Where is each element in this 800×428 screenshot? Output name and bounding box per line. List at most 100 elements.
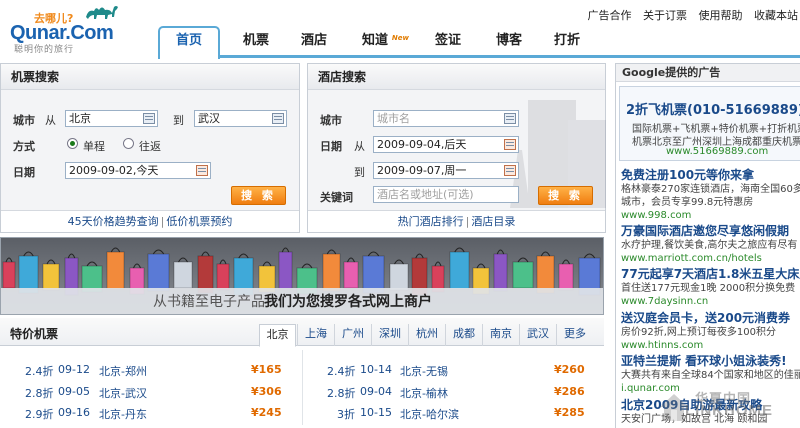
oneway-radio[interactable] <box>67 138 78 149</box>
shopping-bag <box>512 261 534 289</box>
flight-to-label: 到 <box>173 114 184 127</box>
ad-desc: 水疗护理,餐饮美食,高尔夫之旅应有尽有 <box>621 240 798 251</box>
deals-header: 特价机票 北京 上海 广州 深圳 杭州 成都 南京 武汉 更多 <box>0 318 604 347</box>
flight-search-panel: 机票搜索 城市 从 北京 到 武汉 方式 单程 往返 日期 2009-09-02… <box>0 63 300 233</box>
deals-title: 特价机票 <box>10 327 59 341</box>
banner-text-a: 从书籍至电子产品 <box>153 294 265 310</box>
city-tab-hangzhou[interactable]: 杭州 <box>408 324 445 346</box>
flight-search-title: 机票搜索 <box>1 64 299 90</box>
hotel-date-label: 日期 <box>320 140 342 153</box>
calendar-icon[interactable] <box>504 165 516 176</box>
link-help[interactable]: 使用帮助 <box>699 9 743 22</box>
tab-discount[interactable]: 打折 <box>549 28 585 58</box>
link-about-booking[interactable]: 关于订票 <box>643 9 687 22</box>
link-ad-cooperation[interactable]: 广告合作 <box>588 9 632 22</box>
hotel-keyword-input[interactable]: 酒店名或地址(可选) <box>373 186 519 203</box>
flight-date-input[interactable]: 2009-09-02,今天 <box>65 162 211 179</box>
flight-search-footer: 45天价格趋势查询 | 低价机票预约 <box>1 210 299 232</box>
flight-search-button[interactable]: 搜 索 <box>231 186 286 205</box>
qunar-logo[interactable]: 去哪儿? Qunar.Com 聪明你的旅行 <box>10 3 130 55</box>
flight-to-city-input[interactable]: 武汉 <box>194 110 287 127</box>
hotel-checkin-input[interactable]: 2009-09-04,后天 <box>373 136 519 153</box>
tab-zhidao[interactable]: 知道 New <box>357 28 409 58</box>
ad-item[interactable]: 免费注册100元等你来拿 格林豪泰270家连锁酒店，海南全国60多 城市，会员专… <box>621 168 800 222</box>
tab-blog[interactable]: 博客 <box>491 28 527 58</box>
ad-title[interactable]: 免费注册100元等你来拿 <box>621 168 800 183</box>
ad-title[interactable]: 送汉庭会员卡，送200元消费券 <box>621 311 800 326</box>
featured-ad[interactable]: 2折飞机票(010-51669889) 国际机票+飞机票+特价机票+打折机票 机… <box>619 86 800 161</box>
ad-title[interactable]: 亚特兰提斯 看环球小姐泳装秀! <box>621 354 800 369</box>
city-list-icon[interactable] <box>272 113 284 124</box>
deal-row[interactable]: 2.4折 10-14 北京-无锡 ¥260 <box>327 363 587 378</box>
ad-url[interactable]: www.998.com <box>621 209 800 222</box>
top-links: 广告合作 关于订票 使用帮助 收藏本站 <box>580 7 799 23</box>
deal-row[interactable]: 2.8折 09-04 北京-榆林 ¥286 <box>327 385 587 400</box>
camel-icon <box>86 6 118 19</box>
deal-row[interactable]: 2.4折 09-12 北京-郑州 ¥165 <box>25 363 285 378</box>
link-lowfare-reserve[interactable]: 低价机票预约 <box>166 215 232 228</box>
ad-item[interactable]: 万豪国际酒店邀您尽享悠闲假期 水疗护理,餐饮美食,高尔夫之旅应有尽有 www.m… <box>621 224 800 265</box>
deal-row[interactable]: 2.9折 09-16 北京-丹东 ¥245 <box>25 406 285 421</box>
site-watermark: 华夏中国 LINKHOME <box>655 388 800 428</box>
hotel-to-label: 到 <box>354 166 365 179</box>
city-list-icon[interactable] <box>143 113 155 124</box>
deal-row[interactable]: 3折 10-15 北京-哈尔滨 ¥285 <box>327 406 587 421</box>
link-hotel-directory[interactable]: 酒店目录 <box>471 215 515 228</box>
hotel-checkout-value: 2009-09-07,周一 <box>377 164 467 177</box>
ad-url[interactable]: www.51669889.com <box>666 146 768 157</box>
ad-url[interactable]: www.marriott.com.cn/hotels <box>621 252 800 265</box>
hotel-keyword-placeholder: 酒店名或地址(可选) <box>377 188 474 201</box>
shopping-bag <box>493 253 508 292</box>
link-hot-hotels[interactable]: 热门酒店排行 <box>398 215 464 228</box>
ad-item[interactable]: 77元起享7天酒店1.8米五星大床房 首住送177元现金1晚 2000积分换免费… <box>621 267 800 308</box>
hotel-city-input[interactable]: 城市名 <box>373 110 519 127</box>
link-price-trend[interactable]: 45天价格趋势查询 <box>68 215 159 228</box>
shopping-bag <box>106 251 125 290</box>
watermark-text-en: LINKHOME <box>685 402 773 419</box>
tab-zhidao-label: 知道 <box>361 33 388 48</box>
city-tab-wuhan[interactable]: 武汉 <box>519 324 556 346</box>
calendar-icon[interactable] <box>504 139 516 150</box>
city-tab-shenzhen[interactable]: 深圳 <box>371 324 408 346</box>
ad-url[interactable]: www.htinns.com <box>621 339 800 352</box>
hotel-search-title: 酒店搜索 <box>308 64 605 90</box>
new-badge: New <box>391 34 409 42</box>
city-tab-guangzhou[interactable]: 广州 <box>334 324 371 346</box>
shopping-bag <box>322 253 341 292</box>
logo-tagline: 聪明你的旅行 <box>14 45 75 55</box>
roundtrip-radio[interactable] <box>123 138 134 149</box>
ad-item[interactable]: 送汉庭会员卡，送200元消费券 房价92折,网上预订每夜多100积分 www.h… <box>621 311 800 352</box>
link-bookmark[interactable]: 收藏本站 <box>754 9 798 22</box>
tab-flights[interactable]: 机票 <box>238 28 274 58</box>
flight-type-label: 方式 <box>13 140 35 153</box>
shopping-bag <box>558 263 574 291</box>
deal-row[interactable]: 2.8折 09-05 北京-武汉 ¥306 <box>25 385 285 400</box>
hotel-checkout-input[interactable]: 2009-09-07,周一 <box>373 162 519 179</box>
shopping-bag <box>278 251 293 290</box>
shopping-bag <box>343 261 359 289</box>
tab-home[interactable]: 首页 <box>158 26 220 59</box>
deals-divider <box>302 350 303 425</box>
tab-hotels[interactable]: 酒店 <box>296 28 332 58</box>
city-tab-more[interactable]: 更多 <box>556 324 593 346</box>
shopping-bag <box>173 261 193 289</box>
flight-from-value: 北京 <box>69 112 91 125</box>
city-tab-shanghai[interactable]: 上海 <box>297 324 334 346</box>
city-tab-chengdu[interactable]: 成都 <box>445 324 482 346</box>
shopping-banner[interactable]: 从书籍至电子产品 我们为您搜罗各式网上商户 <box>0 237 604 315</box>
hotel-search-footer: 热门酒店排行 | 酒店目录 <box>308 210 605 232</box>
city-tab-beijing[interactable]: 北京 <box>259 324 296 347</box>
ad-title[interactable]: 2折飞机票(010-51669889) <box>626 99 800 118</box>
flight-from-city-input[interactable]: 北京 <box>65 110 158 127</box>
city-list-icon[interactable] <box>504 113 516 124</box>
hotel-search-button[interactable]: 搜 索 <box>538 186 593 205</box>
ad-title[interactable]: 万豪国际酒店邀您尽享悠闲假期 <box>621 224 800 239</box>
calendar-icon[interactable] <box>196 165 208 176</box>
banner-caption: 从书籍至电子产品 我们为您搜罗各式网上商户 <box>1 288 603 314</box>
shopping-bag <box>2 261 16 289</box>
tab-visa[interactable]: 签证 <box>430 28 466 58</box>
ad-title[interactable]: 77元起享7天酒店1.8米五星大床房 <box>621 267 800 282</box>
ad-url[interactable]: www.7daysinn.cn <box>621 295 800 308</box>
city-tab-nanjing[interactable]: 南京 <box>482 324 519 346</box>
ad-desc: 首住送177元现金1晚 2000积分换免费 <box>621 283 796 294</box>
